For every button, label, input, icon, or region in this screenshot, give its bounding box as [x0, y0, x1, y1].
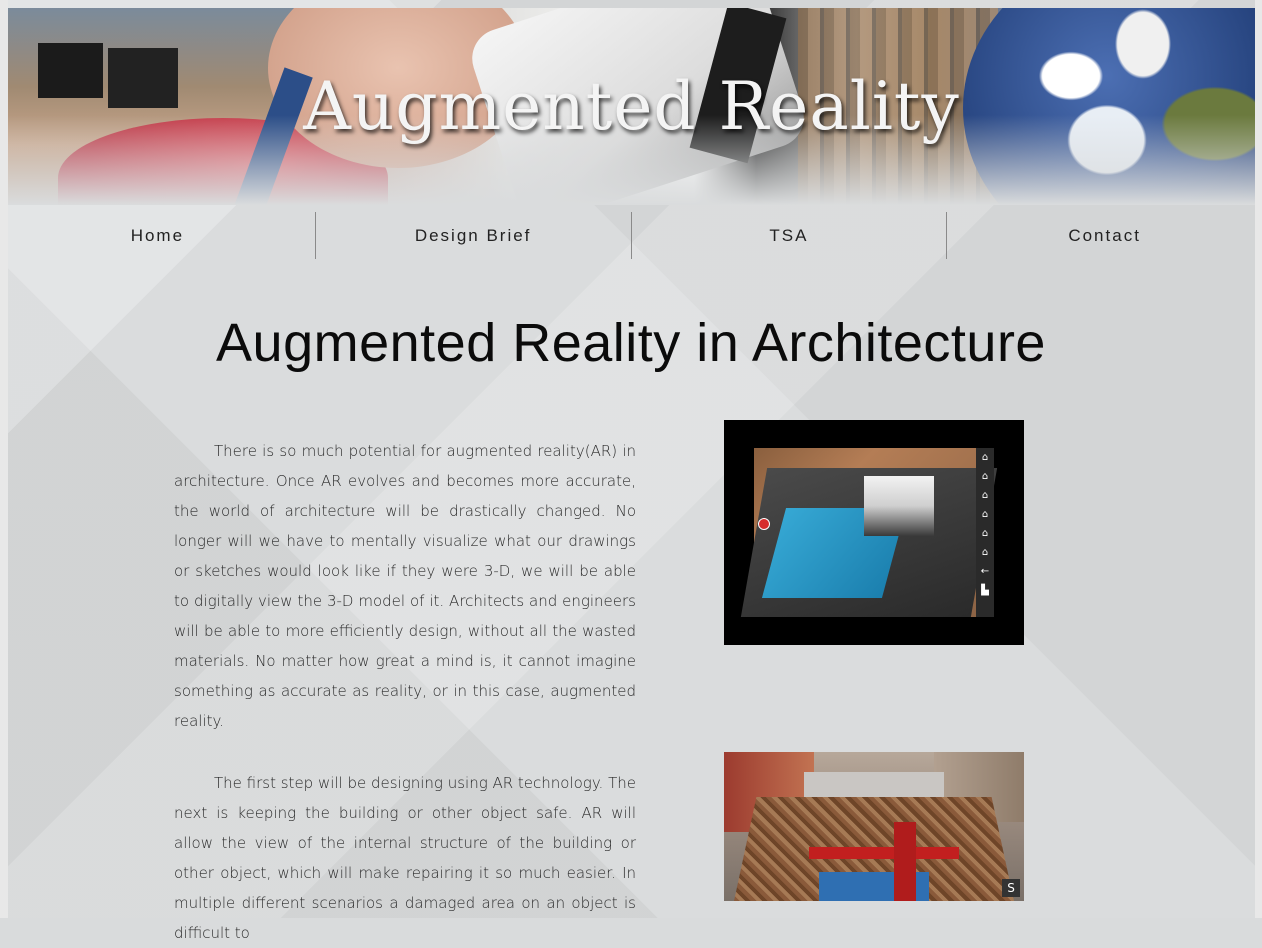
- home-icon: ⌂: [981, 528, 989, 539]
- app-logo-icon: S: [1002, 879, 1020, 897]
- back-arrow-icon: ←: [980, 566, 990, 577]
- ar-toolbar: ⌂ ⌂ ⌂ ⌂ ⌂ ⌂ ← ▙: [976, 448, 994, 617]
- page-title: Augmented Reality in Architecture: [216, 313, 1046, 373]
- home-icon: ⌂: [981, 490, 989, 501]
- second-paragraph: The first step will be designing using A…: [174, 774, 636, 942]
- home-icon: ⌂: [981, 509, 989, 520]
- nav-item-tsa[interactable]: TSA: [630, 212, 947, 259]
- header-banner: Augmented Reality: [8, 8, 1255, 205]
- nav-item-contact[interactable]: Contact: [946, 212, 1262, 259]
- home-icon: ⌂: [981, 471, 989, 482]
- ar-app-screen: ⌂ ⌂ ⌂ ⌂ ⌂ ⌂ ← ▙: [740, 448, 998, 617]
- nav-item-home[interactable]: Home: [0, 212, 315, 259]
- chart-icon: ▙: [981, 585, 989, 596]
- site-title: Augmented Reality: [303, 68, 960, 145]
- red-pipe: [809, 847, 959, 859]
- main-nav: Home Design Brief TSA Contact: [0, 212, 1262, 259]
- ar-building-model-image: ⌂ ⌂ ⌂ ⌂ ⌂ ⌂ ← ▙: [724, 420, 1024, 645]
- record-icon: [758, 518, 770, 530]
- home-icon: ⌂: [981, 452, 989, 463]
- home-icon: ⌂: [981, 547, 989, 558]
- ar-underground-pipe-image: S: [724, 752, 1024, 901]
- intro-paragraph: There is so much potential for augmented…: [174, 442, 636, 730]
- red-pipe-vertical: [894, 822, 916, 901]
- house-model: [864, 476, 934, 536]
- nav-item-design-brief[interactable]: Design Brief: [314, 212, 631, 259]
